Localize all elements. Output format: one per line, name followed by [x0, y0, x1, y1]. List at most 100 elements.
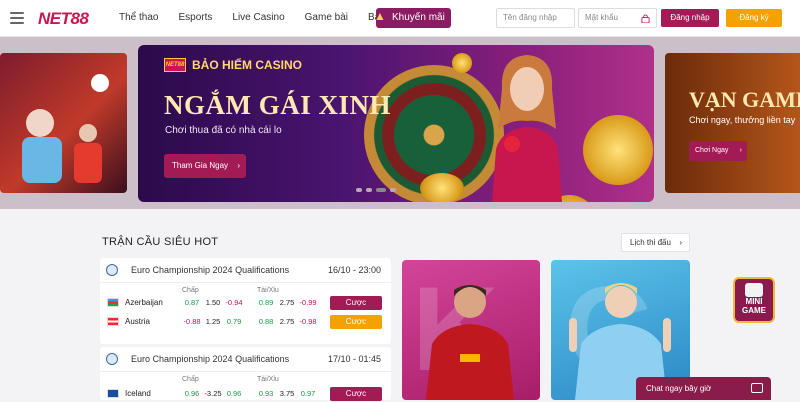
nav-item-sports[interactable]: Thể thao	[119, 12, 158, 23]
bet-button[interactable]: Cược	[330, 387, 382, 401]
play-now-button[interactable]: Chơi Ngay ›	[689, 141, 747, 161]
handicap-away-odd[interactable]: -0.94	[223, 298, 245, 307]
chevron-right-icon: ›	[739, 147, 742, 154]
bet-label: Cược	[345, 298, 367, 307]
tournament-icon	[106, 353, 118, 365]
nav-item-card-games[interactable]: Game bài	[305, 12, 348, 23]
total-line: 2.75	[279, 298, 295, 307]
total-line: 2.75	[279, 317, 295, 326]
join-now-button[interactable]: Tham Gia Ngay ›	[164, 154, 246, 178]
schedule-button[interactable]: Lịch thi đấu ›	[621, 233, 690, 252]
mini-game-button[interactable]: MINI GAME	[733, 277, 775, 323]
banner-headline: NGẮM GÁI XINH	[164, 90, 391, 120]
nav-item-live-casino[interactable]: Live Casino	[232, 12, 284, 23]
schedule-label: Lịch thi đấu	[630, 238, 671, 247]
match-header: Euro Championship 2024 Qualifications 16…	[106, 264, 385, 278]
bet-label: Cược	[345, 389, 367, 398]
badge-logo: NET88	[164, 58, 186, 72]
coin-image	[420, 173, 464, 202]
divider	[100, 371, 391, 372]
handicap-home-odd[interactable]: -0.88	[181, 317, 203, 326]
right-banner-headline: VẠN GAME	[689, 87, 800, 112]
banner-subtitle: Chơi thua đã có nhà cái lo	[165, 125, 282, 136]
handicap-away-odd[interactable]: 0.79	[223, 317, 245, 326]
match-datetime: 17/10 - 01:45	[327, 354, 381, 364]
casino-insurance-badge: NET88 BẢO HIỂM CASINO	[164, 58, 302, 72]
football-player-image: K	[412, 262, 514, 400]
carousel-dot-active[interactable]	[376, 188, 386, 192]
player-card-roma[interactable]: K	[402, 260, 540, 400]
top-header: NET88 Thể thao Esports Live Casino Game …	[0, 0, 800, 37]
coin-image	[583, 115, 653, 185]
flag-azerbaijan-icon	[107, 298, 119, 307]
model-image	[492, 55, 562, 202]
menu-icon[interactable]	[10, 12, 24, 24]
over-under-header: Tài/Xỉu	[257, 287, 279, 294]
promotions-button[interactable]: ▲ Khuyến mãi	[374, 8, 451, 28]
banner-main-casino[interactable]: NET88 BẢO HIỂM CASINO NGẮM GÁI XINH Chơi…	[138, 45, 654, 202]
over-odd[interactable]: 0.93	[255, 389, 277, 398]
tournament-name: Euro Championship 2024 Qualifications	[131, 265, 290, 275]
chevron-right-icon: ›	[237, 161, 240, 170]
play-now-label: Chơi Ngay	[695, 147, 729, 154]
handicap-line: 1.25	[205, 317, 221, 326]
under-odd[interactable]: 0.97	[297, 389, 319, 398]
handicap-home-odd[interactable]: 0.96	[181, 389, 203, 398]
badge-text: BẢO HIỂM CASINO	[192, 58, 303, 72]
over-odd[interactable]: 0.89	[255, 298, 277, 307]
mini-game-label-2: GAME	[742, 306, 766, 315]
login-button[interactable]: Đăng nhập	[661, 9, 719, 27]
handicap-header: Chấp	[182, 376, 199, 383]
carousel-dot[interactable]	[390, 188, 396, 192]
site-logo[interactable]: NET88	[38, 9, 89, 29]
team-name: Austria	[125, 317, 150, 326]
football-player-image	[22, 74, 109, 183]
chat-label: Chat ngay bây giờ	[646, 384, 712, 393]
coin-image	[452, 53, 472, 73]
carousel-dot[interactable]	[366, 188, 372, 192]
total-line: 3.75	[279, 389, 295, 398]
handicap-line: 1.50	[205, 298, 221, 307]
flag-iceland-icon	[107, 389, 119, 398]
match-card: Euro Championship 2024 Qualifications 17…	[100, 347, 391, 401]
carousel-dot[interactable]	[356, 188, 362, 192]
section-title: TRẬN CẦU SIÊU HOT	[102, 236, 219, 248]
mini-game-label-1: MINI	[745, 297, 763, 306]
flag-austria-icon	[107, 317, 119, 326]
join-now-label: Tham Gia Ngay	[172, 161, 229, 170]
password-input[interactable]: Mật khẩu	[578, 8, 657, 28]
over-odd[interactable]: 0.88	[255, 317, 277, 326]
tournament-icon	[106, 264, 118, 276]
password-placeholder: Mật khẩu	[585, 13, 618, 22]
bet-button[interactable]: Cược	[330, 296, 382, 310]
carousel-dots	[356, 188, 396, 192]
bet-label: Cược	[345, 317, 367, 326]
match-header: Euro Championship 2024 Qualifications 17…	[106, 353, 385, 367]
username-input[interactable]: Tên đăng nhập	[496, 8, 575, 28]
match-card: Euro Championship 2024 Qualifications 16…	[100, 258, 391, 344]
team-name: Azerbaijan	[125, 298, 163, 307]
bet-button[interactable]: Cược	[330, 315, 382, 329]
banner-right-games[interactable]: VẠN GAME Chơi ngay, thưởng liền tay Chơi…	[665, 53, 800, 193]
divider	[100, 282, 391, 283]
banner-left-football[interactable]	[0, 53, 127, 193]
nav-item-esports[interactable]: Esports	[178, 12, 212, 23]
right-banner-subtitle: Chơi ngay, thưởng liền tay	[689, 115, 796, 125]
handicap-line: -3.25	[204, 389, 222, 398]
handicap-header: Chấp	[182, 287, 199, 294]
live-chat-button[interactable]: Chat ngay bây giờ	[636, 377, 771, 400]
handicap-away-odd[interactable]: 0.96	[223, 389, 245, 398]
match-datetime: 16/10 - 23:00	[327, 265, 381, 275]
promotions-label: Khuyến mãi	[392, 12, 445, 23]
register-button[interactable]: Đăng ký	[726, 9, 782, 27]
chat-icon	[751, 383, 763, 393]
handicap-home-odd[interactable]: 0.87	[181, 298, 203, 307]
team-name: Iceland	[125, 389, 151, 398]
lock-icon	[641, 14, 650, 23]
over-under-header: Tài/Xỉu	[257, 376, 279, 383]
gift-icon: ▲	[374, 9, 386, 23]
chevron-right-icon: ›	[679, 238, 682, 247]
under-odd[interactable]: -0.99	[297, 298, 319, 307]
dice-icon	[745, 283, 763, 297]
under-odd[interactable]: -0.98	[297, 317, 319, 326]
